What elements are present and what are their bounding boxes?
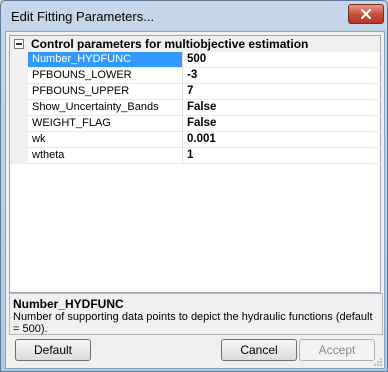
close-icon [361, 9, 371, 19]
property-row-show-uncertainty-bands[interactable]: Show_Uncertainty_Bands False [10, 100, 384, 116]
property-value[interactable]: False [183, 100, 384, 116]
property-row-pfbouns-lower[interactable]: PFBOUNS_LOWER -3 [10, 68, 384, 84]
help-title: Number_HYDFUNC [13, 297, 124, 311]
help-description: Number of supporting data points to depi… [13, 311, 373, 335]
cancel-button[interactable]: Cancel [221, 339, 297, 361]
property-row-weight-flag[interactable]: WEIGHT_FLAG False [10, 116, 384, 132]
property-row-pfbouns-upper[interactable]: PFBOUNS_UPPER 7 [10, 84, 384, 100]
property-value[interactable]: 1 [183, 148, 384, 164]
default-button[interactable]: Default [15, 339, 91, 361]
property-value[interactable]: False [183, 116, 384, 132]
dialog-window: Edit Fitting Parameters... Control param… [0, 0, 388, 372]
property-row-wtheta[interactable]: wtheta 1 [10, 148, 384, 164]
property-name: PFBOUNS_UPPER [28, 84, 182, 100]
property-row-wk[interactable]: wk 0.001 [10, 132, 384, 148]
dialog-client-area: Control parameters for multiobjective es… [5, 31, 385, 369]
title-bar[interactable]: Edit Fitting Parameters... [1, 1, 387, 31]
collapse-icon[interactable] [14, 39, 24, 49]
close-button[interactable] [348, 4, 384, 24]
property-grid: Control parameters for multiobjective es… [9, 35, 384, 293]
property-value[interactable]: 7 [183, 84, 384, 100]
accept-button[interactable]: Accept [299, 339, 375, 361]
help-panel: Number_HYDFUNC Number of supporting data… [9, 293, 383, 335]
property-name: WEIGHT_FLAG [28, 116, 182, 132]
property-name: Number_HYDFUNC [28, 52, 182, 68]
property-value[interactable]: -3 [183, 68, 384, 84]
category-row[interactable]: Control parameters for multiobjective es… [10, 36, 380, 52]
property-value[interactable]: 500 [183, 52, 384, 68]
property-name: PFBOUNS_LOWER [28, 68, 182, 84]
property-name: wtheta [28, 148, 182, 164]
resize-grip-icon[interactable] [373, 357, 383, 367]
category-label: Control parameters for multiobjective es… [31, 37, 309, 51]
property-name: wk [28, 132, 182, 148]
window-title: Edit Fitting Parameters... [11, 9, 155, 24]
property-row-number-hydfunc[interactable]: Number_HYDFUNC 500 [10, 52, 384, 68]
property-name: Show_Uncertainty_Bands [28, 100, 182, 116]
property-value[interactable]: 0.001 [183, 132, 384, 148]
